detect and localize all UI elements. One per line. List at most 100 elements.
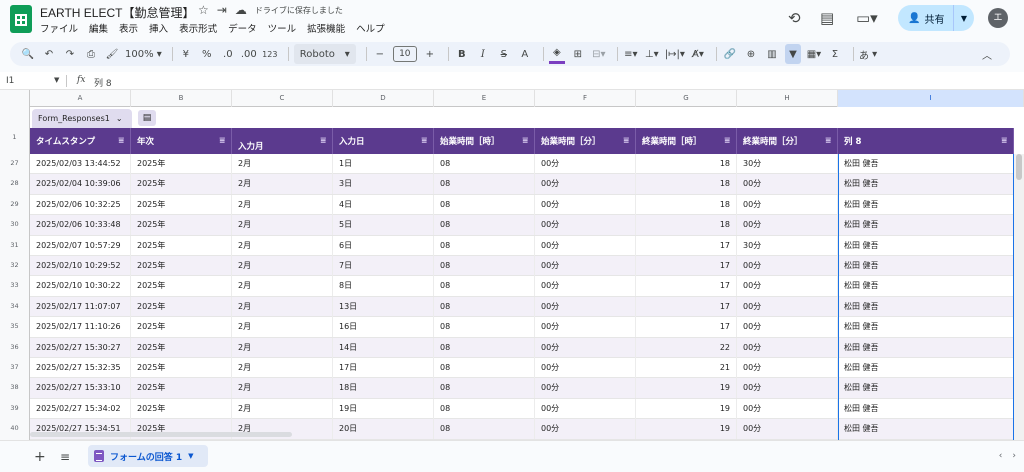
table-cell[interactable]: 00分 — [535, 276, 636, 297]
table-cell[interactable]: 30分 — [737, 154, 838, 174]
table-cell[interactable]: 16日 — [333, 317, 434, 338]
row-number[interactable]: 28 — [0, 179, 29, 187]
strikethrough-button[interactable]: S — [496, 44, 512, 64]
table-cell[interactable]: 2025年 — [131, 256, 232, 276]
row-number[interactable]: 36 — [0, 343, 29, 351]
row-number[interactable]: 38 — [0, 383, 29, 391]
menu-view[interactable]: 表示 — [119, 21, 138, 35]
column-header-c[interactable]: C — [232, 90, 333, 107]
table-cell[interactable]: 2025/02/10 10:30:22 — [30, 276, 131, 297]
table-cell[interactable]: 18 — [636, 194, 737, 215]
table-cell[interactable]: 2月 — [232, 378, 333, 399]
table-cell[interactable]: 00分 — [535, 296, 636, 317]
share-button[interactable]: 👤 共有 ▼ — [898, 5, 974, 31]
table-cell[interactable]: 1日 — [333, 154, 434, 174]
table-cell[interactable]: 17 — [636, 235, 737, 256]
row-number[interactable]: 30 — [0, 220, 29, 228]
header-cell[interactable]: 列 8 ⩸ — [838, 128, 1014, 154]
table-cell[interactable]: 2月 — [232, 337, 333, 358]
font-size-increase-button[interactable]: + — [422, 44, 438, 64]
table-cell[interactable]: 08 — [434, 358, 535, 378]
table-cell[interactable]: 08 — [434, 154, 535, 174]
table-cell[interactable]: 00分 — [737, 337, 838, 358]
table-cell[interactable]: 08 — [434, 194, 535, 215]
table-cell[interactable]: 2月 — [232, 398, 333, 419]
increase-decimal-button[interactable]: .00 — [241, 44, 257, 64]
table-cell[interactable]: 5日 — [333, 215, 434, 236]
table-cell[interactable]: 2025/02/06 10:32:25 — [30, 194, 131, 215]
avatar[interactable]: エ — [988, 8, 1008, 28]
table-cell[interactable]: 2025/02/03 13:44:52 — [30, 154, 131, 174]
row-number-header[interactable]: 1 — [0, 133, 29, 141]
menu-insert[interactable]: 挿入 — [149, 21, 168, 35]
table-cell[interactable]: 7日 — [333, 256, 434, 276]
table-cell[interactable]: 2月 — [232, 358, 333, 378]
menu-file[interactable]: ファイル — [40, 21, 78, 35]
table-menu-icon[interactable]: ▤ — [138, 110, 156, 126]
header-cell[interactable]: 終業時間［時］ ⩸ — [636, 128, 737, 154]
zoom-select[interactable]: 100% ▾ — [125, 44, 162, 64]
row-number[interactable]: 35 — [0, 322, 29, 330]
table-cell[interactable]: 3日 — [333, 174, 434, 195]
table-cell[interactable]: 松田 健吾 — [838, 337, 1014, 358]
table-cell[interactable]: 00分 — [737, 358, 838, 378]
table-cell[interactable]: 17日 — [333, 358, 434, 378]
table-cell[interactable]: 4日 — [333, 194, 434, 215]
table-cell[interactable]: 18 — [636, 154, 737, 174]
font-select[interactable]: Roboto ▾ — [293, 44, 356, 64]
table-cell[interactable]: 17 — [636, 296, 737, 317]
table-cell[interactable]: 08 — [434, 256, 535, 276]
table-cell[interactable]: 2025/02/10 10:29:52 — [30, 256, 131, 276]
insert-link-icon[interactable]: 🔗 — [722, 44, 738, 64]
menu-extensions[interactable]: 拡張機能 — [307, 21, 345, 35]
table-cell[interactable]: 松田 健吾 — [838, 276, 1014, 297]
vertical-scrollbar[interactable] — [1014, 154, 1024, 440]
cloud-saved-icon[interactable]: ☁ — [235, 3, 247, 17]
table-cell[interactable]: 2025年 — [131, 215, 232, 236]
table-cell[interactable]: 2025年 — [131, 358, 232, 378]
menu-help[interactable]: ヘルプ — [356, 21, 385, 35]
table-cell[interactable]: 松田 健吾 — [838, 174, 1014, 195]
row-number[interactable]: 40 — [0, 424, 29, 432]
percent-format-button[interactable]: % — [199, 44, 215, 64]
table-cell[interactable]: 30分 — [737, 235, 838, 256]
table-cell[interactable]: 19 — [636, 378, 737, 399]
table-cell[interactable]: 松田 健吾 — [838, 296, 1014, 317]
name-box[interactable]: I1 — [6, 76, 14, 86]
header-cell[interactable]: 始業時間［分］ ⩸ — [535, 128, 636, 154]
table-cell[interactable]: 2月 — [232, 235, 333, 256]
table-cell[interactable]: 2月 — [232, 194, 333, 215]
row-number[interactable]: 34 — [0, 302, 29, 310]
table-cell[interactable]: 00分 — [535, 194, 636, 215]
insert-chart-icon[interactable]: ▥ — [764, 44, 780, 64]
input-tools-button[interactable]: あ ▾ — [859, 44, 877, 64]
table-cell[interactable]: 00分 — [737, 378, 838, 399]
header-cell[interactable]: 始業時間［時］ ⩸ — [434, 128, 535, 154]
table-cell[interactable]: 2025年 — [131, 337, 232, 358]
text-rotation-icon[interactable]: A̸▾ — [690, 44, 706, 64]
table-cell[interactable]: 08 — [434, 398, 535, 419]
horizontal-scrollbar[interactable] — [30, 432, 292, 437]
table-cell[interactable]: 2025/02/07 10:57:29 — [30, 235, 131, 256]
table-cell[interactable]: 00分 — [535, 215, 636, 236]
table-cell[interactable]: 2月 — [232, 276, 333, 297]
table-cell[interactable]: 2025年 — [131, 174, 232, 195]
table-cell[interactable]: 6日 — [333, 235, 434, 256]
table-cell[interactable]: 18日 — [333, 378, 434, 399]
table-cell[interactable]: 2025/02/04 10:39:06 — [30, 174, 131, 195]
column-header-h[interactable]: H — [737, 90, 838, 107]
table-cell[interactable]: 2月 — [232, 296, 333, 317]
table-cell[interactable]: 08 — [434, 276, 535, 297]
table-cell[interactable]: 松田 健吾 — [838, 378, 1014, 399]
menu-tools[interactable]: ツール — [268, 21, 297, 35]
scroll-thumb[interactable] — [1016, 154, 1022, 180]
row-number[interactable]: 39 — [0, 404, 29, 412]
functions-button[interactable]: Σ — [827, 44, 843, 64]
table-cell[interactable]: 2025/02/17 11:07:07 — [30, 296, 131, 317]
vertical-align-icon[interactable]: ⊥▾ — [644, 44, 660, 64]
table-cell[interactable]: 2月 — [232, 154, 333, 174]
sheets-logo-icon[interactable] — [10, 5, 32, 33]
table-cell[interactable]: 2025年 — [131, 317, 232, 338]
table-cell[interactable]: 00分 — [737, 256, 838, 276]
table-cell[interactable]: 19 — [636, 398, 737, 419]
